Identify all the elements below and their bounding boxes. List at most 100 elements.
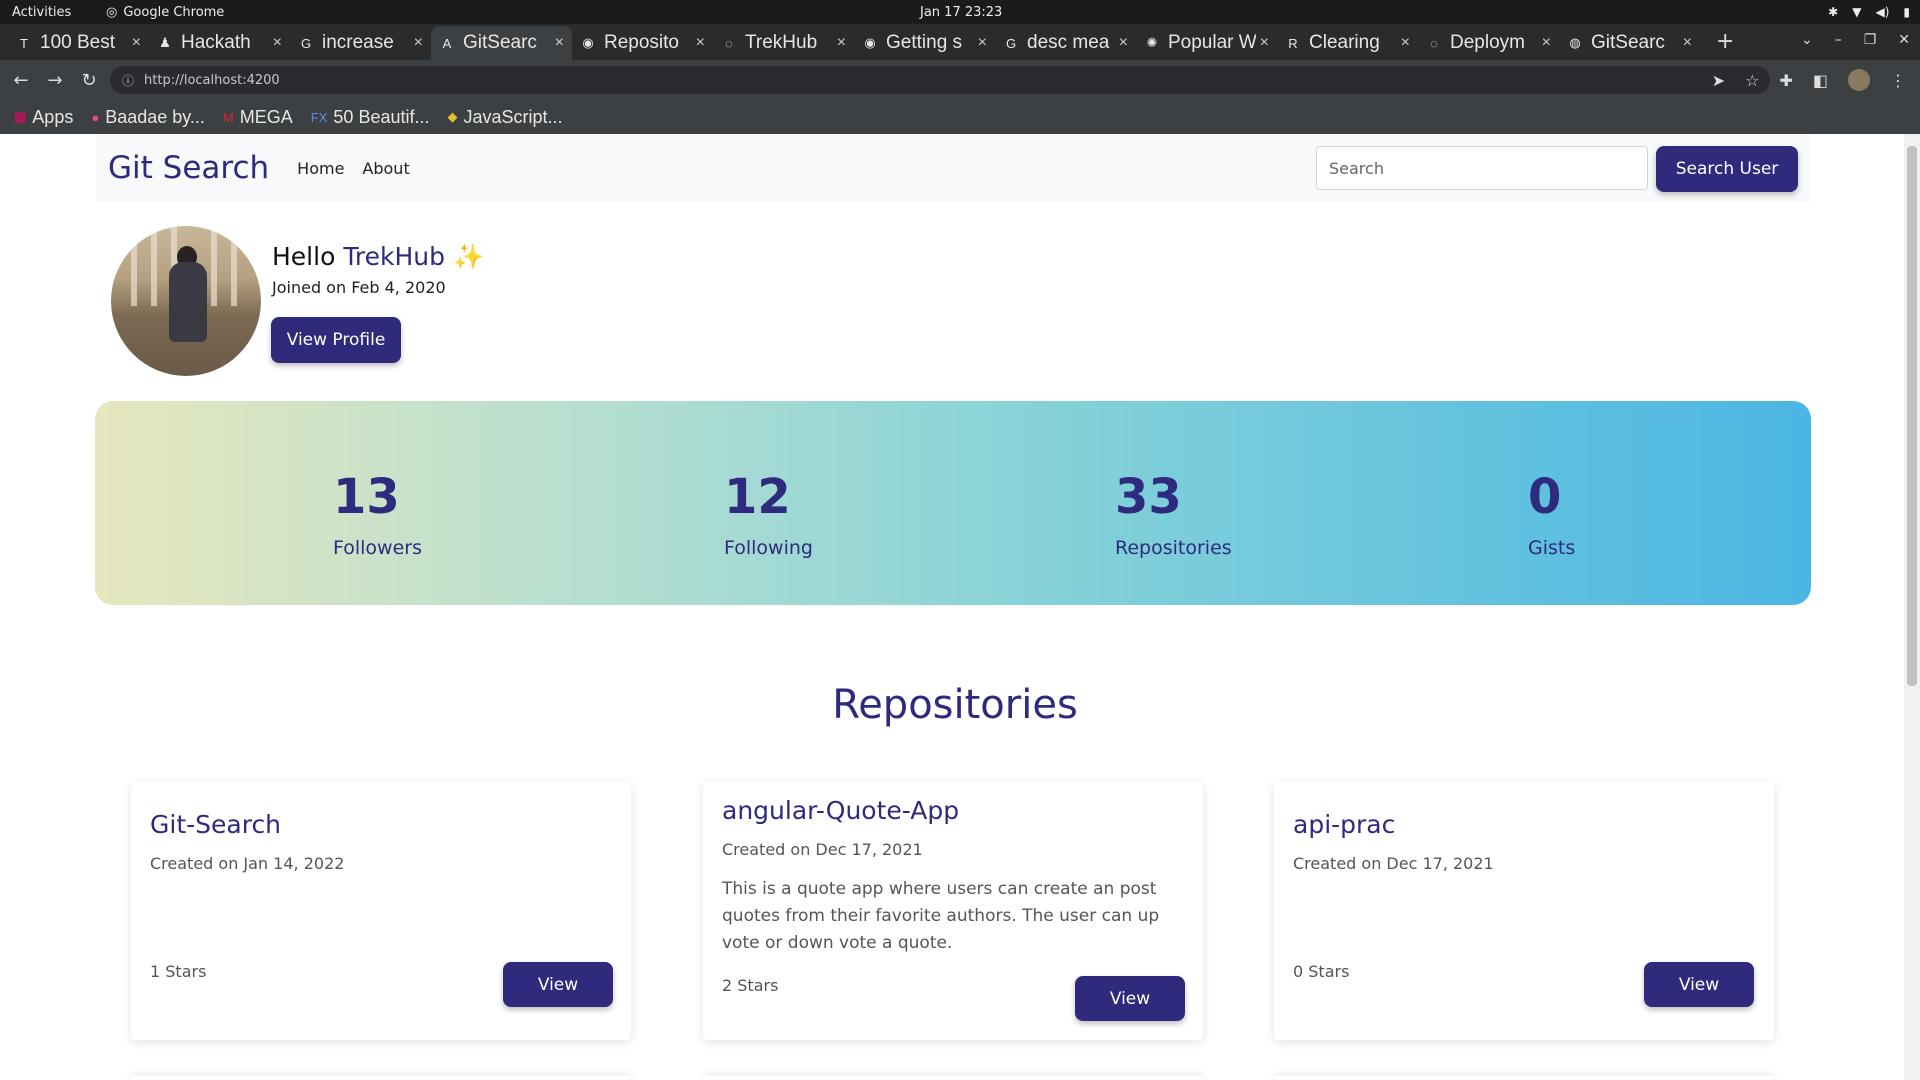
bookmark-star-icon[interactable]: ☆ <box>1745 71 1759 90</box>
toolbar-actions: ➤ ☆ ✚ ◧ ⋮ <box>1712 69 1906 91</box>
bookmark-label: MEGA <box>239 106 293 127</box>
tab-favicon: G <box>1005 35 1017 51</box>
forward-arrow-icon[interactable]: → <box>42 70 68 91</box>
profile-username: TrekHub <box>343 242 446 271</box>
browser-tab[interactable]: ♟ Hackath × <box>149 26 290 60</box>
repo-card: angular-Quote-App Created on Dec 17, 202… <box>703 782 1203 1040</box>
close-tab-icon[interactable]: × <box>1260 34 1269 52</box>
page-viewport: Git Search Home About Search User Hello … <box>0 134 1920 1080</box>
browser-tab-active[interactable]: A GitSearc × <box>431 26 572 60</box>
bookmark-javascript[interactable]: ◆ JavaScript... <box>448 107 563 128</box>
tab-title: desc mea <box>1027 32 1110 53</box>
more-menu-icon[interactable]: ⋮ <box>1890 71 1906 90</box>
browser-tab[interactable]: ◌ Deploym × <box>1418 26 1559 60</box>
browser-tab[interactable]: T 100 Best × <box>8 26 149 60</box>
extensions-puzzle-icon[interactable]: ✚ <box>1779 71 1792 90</box>
back-arrow-icon[interactable]: ← <box>8 70 34 91</box>
browser-tab[interactable]: ◉ Getting s × <box>854 26 995 60</box>
close-tab-icon[interactable]: × <box>1683 34 1692 52</box>
browser-tab[interactable]: ◍ GitSearc × <box>1559 26 1700 60</box>
profile-greeting: Hello TrekHub ✨ <box>272 242 484 272</box>
active-app-indicator[interactable]: ◎ Google Chrome <box>106 5 224 20</box>
bookmark-baadae[interactable]: ● Baadae by... <box>91 107 205 128</box>
tab-title: increase <box>322 32 394 53</box>
system-tray[interactable]: ✱ ▼ ◀) ▮ <box>1828 5 1910 19</box>
browser-tab[interactable]: ◌ TrekHub × <box>713 26 854 60</box>
profile-avatar-icon[interactable] <box>1848 69 1870 91</box>
stats-panel: 13 Followers 12 Following 33 Repositorie… <box>95 401 1811 605</box>
repositories-heading: Repositories <box>832 682 1078 728</box>
bookmark-50-beautiful[interactable]: FX 50 Beautif... <box>311 107 430 128</box>
tab-favicon: ◌ <box>725 35 733 51</box>
send-icon[interactable]: ➤ <box>1712 71 1725 90</box>
nav-link-about[interactable]: About <box>362 159 409 178</box>
tab-favicon: ◌ <box>1430 35 1438 51</box>
browser-tab[interactable]: Gdesc mea × <box>995 26 1136 60</box>
slack-icon[interactable]: ✱ <box>1828 5 1838 19</box>
system-clock[interactable]: Jan 17 23:23 <box>920 5 1002 20</box>
volume-icon[interactable]: ◀) <box>1875 5 1889 19</box>
tab-title: Deploym <box>1450 32 1525 53</box>
battery-icon[interactable]: ▮ <box>1903 5 1910 19</box>
profile-joined-date: Joined on Feb 4, 2020 <box>272 278 446 297</box>
tab-title: TrekHub <box>745 32 818 53</box>
bookmark-apps[interactable]: ▦ Apps <box>14 107 73 128</box>
close-tab-icon[interactable]: × <box>978 34 987 52</box>
tab-favicon: R <box>1288 35 1298 51</box>
new-tab-icon[interactable]: + <box>1716 29 1734 54</box>
tab-favicon: ◉ <box>582 35 594 50</box>
stat-value: 0 <box>1528 469 1562 525</box>
activities-button[interactable]: Activities <box>12 5 71 20</box>
close-tab-icon[interactable]: × <box>696 34 705 52</box>
repo-card-partial <box>703 1076 1203 1080</box>
close-tab-icon[interactable]: × <box>1401 34 1410 52</box>
wifi-icon[interactable]: ▼ <box>1852 5 1861 19</box>
repo-name[interactable]: api-prac <box>1293 810 1395 839</box>
browser-tab[interactable]: R Clearing × <box>1277 26 1418 60</box>
tab-search-icon[interactable]: ⌄ <box>1801 32 1813 48</box>
close-tab-icon[interactable]: × <box>1119 34 1128 52</box>
view-profile-button[interactable]: View Profile <box>271 317 401 363</box>
close-window-icon[interactable]: ✕ <box>1898 32 1910 48</box>
nav-link-home[interactable]: Home <box>297 159 344 178</box>
maximize-icon[interactable]: ❐ <box>1864 32 1877 48</box>
side-panel-icon[interactable]: ◧ <box>1813 71 1828 90</box>
repo-name[interactable]: Git-Search <box>150 810 281 839</box>
repo-view-button[interactable]: View <box>1075 976 1185 1021</box>
browser-tab-strip: T 100 Best × ♟ Hackath × Gincrease × A GitSear… <box>0 24 1920 60</box>
repo-name[interactable]: angular-Quote-App <box>722 796 959 825</box>
browser-tab[interactable]: Gincrease × <box>290 26 431 60</box>
bookmark-mega[interactable]: M MEGA <box>223 107 293 128</box>
stat-label: Followers <box>333 537 422 559</box>
info-icon[interactable]: ⓘ <box>122 72 134 89</box>
address-bar[interactable]: ⓘ http://localhost:4200 <box>110 66 1770 94</box>
reload-icon[interactable]: ↻ <box>76 70 102 91</box>
close-tab-icon[interactable]: × <box>1542 34 1551 52</box>
close-tab-icon[interactable]: × <box>132 34 141 52</box>
repo-view-button[interactable]: View <box>503 962 613 1007</box>
close-tab-icon[interactable]: × <box>273 34 282 52</box>
stat-gists: 0 Gists <box>1528 473 1575 559</box>
search-user-button[interactable]: Search User <box>1656 146 1798 192</box>
stat-label: Following <box>724 537 813 559</box>
repo-created-date: Created on Dec 17, 2021 <box>722 840 923 859</box>
browser-tab[interactable]: ◉ Reposito × <box>572 26 713 60</box>
repo-description: This is a quote app where users can crea… <box>722 879 1160 953</box>
close-tab-icon[interactable]: × <box>555 34 564 52</box>
repo-created-date: Created on Dec 17, 2021 <box>1293 854 1494 873</box>
close-tab-icon[interactable]: × <box>414 34 423 52</box>
mega-icon: M <box>222 109 234 125</box>
repo-view-button[interactable]: View <box>1644 962 1754 1007</box>
stat-label: Repositories <box>1115 537 1232 559</box>
tab-favicon: G <box>300 35 312 51</box>
browser-tab[interactable]: ✺ Popular W × <box>1136 26 1277 60</box>
close-tab-icon[interactable]: × <box>837 34 846 52</box>
tab-title: 100 Best <box>40 32 115 53</box>
search-input[interactable] <box>1316 146 1648 190</box>
scrollbar-thumb[interactable] <box>1907 146 1917 686</box>
minimize-icon[interactable]: – <box>1835 32 1842 48</box>
window-controls: ⌄ – ❐ ✕ <box>1801 32 1910 48</box>
page-scrollbar[interactable] <box>1904 134 1920 1080</box>
site-brand[interactable]: Git Search <box>108 150 269 186</box>
tab-title: Reposito <box>604 32 679 53</box>
